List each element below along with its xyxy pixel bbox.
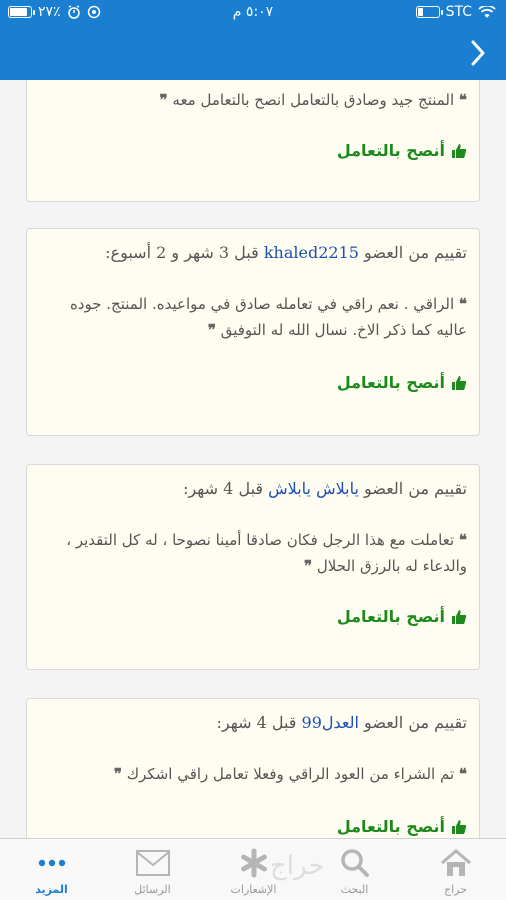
- thumbs-up-icon: [452, 143, 467, 158]
- tab-messages[interactable]: الرسائل: [102, 839, 203, 900]
- home-icon: [440, 849, 471, 876]
- review-header: تقييم من العضو يابلاش يابلاش قبل 4 شهر:: [183, 479, 467, 498]
- chevron-right-icon: [471, 40, 485, 66]
- carrier-name: STC: [445, 4, 472, 20]
- more-icon: [38, 859, 65, 867]
- review-text: ❝ تم الشراء من العود الراقي وفعلا تعامل …: [113, 765, 467, 783]
- tab-haraj[interactable]: حراج: [405, 839, 506, 900]
- open-quote-icon: ❝: [458, 765, 467, 783]
- review-header: تقييم من العضو khaled2215 قبل 3 شهر و 2 …: [105, 243, 467, 262]
- review-header: تقييم من العضو العدل99 قبل 4 شهر:: [216, 713, 467, 732]
- open-quote-icon: ❝: [458, 531, 467, 549]
- recommend-badge[interactable]: أنصح بالتعامل: [337, 817, 467, 836]
- review-card: تقييم من العضو يابلاش يابلاش قبل 4 شهر: …: [26, 464, 480, 670]
- reviewer-username[interactable]: يابلاش يابلاش: [268, 479, 359, 498]
- back-button[interactable]: [460, 34, 496, 72]
- status-bar: ٢٧٪ ٥:٠٧ م STC: [0, 0, 506, 26]
- reviews-list[interactable]: ❝ المنتج جيد وصادق بالتعامل انصح بالتعام…: [0, 80, 506, 838]
- review-text: ❝ الراقي . نعم راقي في تعامله صادق في مو…: [69, 295, 467, 339]
- status-right: STC: [415, 4, 496, 20]
- reviewer-username[interactable]: العدل99: [302, 713, 359, 732]
- close-quote-icon: ❞: [207, 321, 216, 339]
- open-quote-icon: ❝: [458, 295, 467, 313]
- mail-icon: [135, 850, 170, 876]
- reviewer-username[interactable]: khaled2215: [264, 243, 359, 262]
- review-text: ❝ تعاملت مع هذا الرجل فكان صادقا أمينا ن…: [66, 531, 467, 575]
- close-quote-icon: ❞: [113, 765, 122, 783]
- review-card: تقييم من العضو khaled2215 قبل 3 شهر و 2 …: [26, 228, 480, 436]
- thumbs-up-icon: [452, 819, 467, 834]
- recommend-badge[interactable]: أنصح بالتعامل: [337, 141, 467, 160]
- battery-level-icon: [415, 6, 443, 18]
- tab-more[interactable]: المزيد: [1, 839, 102, 900]
- review-card: ❝ المنتج جيد وصادق بالتعامل انصح بالتعام…: [26, 80, 480, 202]
- thumbs-up-icon: [452, 375, 467, 390]
- open-quote-icon: ❝: [458, 91, 467, 109]
- close-quote-icon: ❞: [159, 91, 168, 109]
- recommend-badge[interactable]: أنصح بالتعامل: [337, 373, 467, 392]
- tab-search[interactable]: البحث: [304, 839, 405, 900]
- tab-bar: حراج حراج البحث الإشعارات الرسائل المزيد: [0, 838, 506, 900]
- review-card: تقييم من العضو العدل99 قبل 4 شهر: ❝ تم ا…: [26, 698, 480, 838]
- nav-bar: [0, 26, 506, 80]
- recommend-badge[interactable]: أنصح بالتعامل: [337, 607, 467, 626]
- thumbs-up-icon: [452, 609, 467, 624]
- asterisk-icon: [240, 848, 267, 878]
- tab-notifications[interactable]: الإشعارات: [203, 839, 304, 900]
- close-quote-icon: ❞: [304, 557, 313, 575]
- search-icon: [340, 849, 369, 877]
- wifi-icon: [478, 5, 496, 18]
- review-text: ❝ المنتج جيد وصادق بالتعامل انصح بالتعام…: [159, 91, 467, 109]
